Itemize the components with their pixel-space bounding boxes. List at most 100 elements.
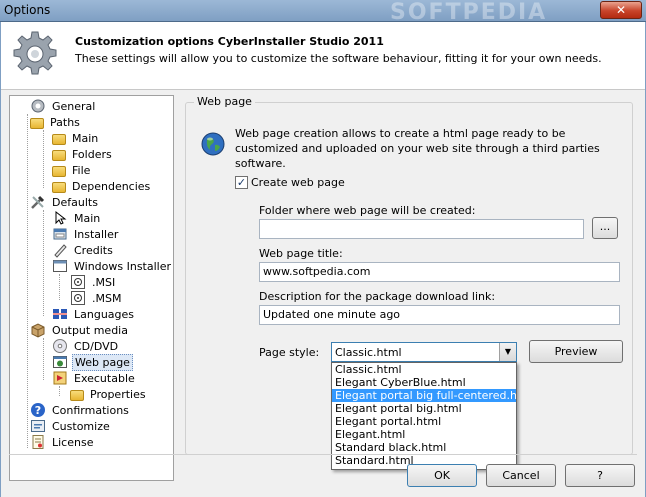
tree-line [27,114,28,448]
tree-item-label: Dependencies [72,179,151,193]
tree-item-defaults[interactable]: Defaults [30,194,100,210]
dropdown-option[interactable]: Elegant CyberBlue.html [332,376,516,389]
tree-item-languages[interactable]: Languages [52,306,136,322]
page-style-value: Classic.html [335,346,402,359]
tree-line [59,274,60,300]
header-subtitle: These settings will allow you to customi… [75,52,602,65]
cancel-button[interactable]: Cancel [486,464,556,487]
tree-item-label: Output media [52,323,128,337]
tree-item-dependencies[interactable]: Dependencies [52,178,152,194]
tree-line [59,386,60,396]
cursor-icon [55,210,67,225]
folder-icon [52,166,66,177]
header-title: Customization options CyberInstaller Stu… [75,35,384,48]
executable-icon [53,371,67,385]
preview-button[interactable]: Preview [529,340,623,363]
pen-icon [54,244,67,258]
desc-input[interactable]: Updated one minute ago [259,305,620,325]
create-web-page-label: Create web page [251,176,345,189]
folder-input[interactable] [259,219,584,239]
tree-line [43,338,44,380]
tree-item-label: Credits [74,243,113,257]
languages-icon [53,309,67,319]
tree-item-label: Folders [72,147,112,161]
page-style-select[interactable]: Classic.html ▼ [331,342,517,362]
dropdown-option[interactable]: Standard black.html [332,441,516,454]
tree-item-label: .MSI [92,275,116,289]
tree-item-properties[interactable]: Properties [70,386,148,402]
tree-item-confirmations[interactable]: ? Confirmations [30,402,131,418]
tree-item-output-media[interactable]: Output media [30,322,130,338]
dropdown-option[interactable]: Elegant.html [332,428,516,441]
tree-item-msm[interactable]: .MSM [70,290,123,306]
gear-icon [31,99,45,113]
desc-label: Description for the package download lin… [259,290,496,303]
tree-item-file[interactable]: File [52,162,92,178]
description-text: Web page creation allows to create a htm… [235,127,600,170]
tree-item-installer[interactable]: Installer [52,226,120,242]
tree-item-executable[interactable]: Executable [52,370,137,386]
globe-icon [201,132,225,156]
tree-item-folders[interactable]: Folders [52,146,114,162]
tree-item-msi[interactable]: .MSI [70,274,117,290]
tree-item-label: Paths [50,115,80,129]
folder-icon [52,150,66,161]
tree-item-label: Customize [52,419,110,433]
tree-item-label: Web page [72,353,133,371]
style-label: Page style: [259,346,320,359]
cd-icon [53,339,67,353]
tree-line [43,210,44,316]
customize-icon [31,420,45,432]
tree-item-credits[interactable]: Credits [52,242,115,258]
tree-line [43,130,44,188]
browse-button[interactable]: ... [592,217,618,239]
tree-item-license[interactable]: License [30,434,95,450]
msi-icon [71,291,85,305]
folder-icon [52,182,66,193]
tree-item-label: Main [74,211,101,225]
tree-item-label: File [72,163,91,177]
box-icon [31,323,45,338]
gear-icon [13,31,57,75]
tree-item-label: CD/DVD [74,339,119,353]
tree-item-defaults-main[interactable]: Main [52,210,102,226]
license-icon [32,435,44,449]
tree-item-windows-installer[interactable]: Windows Installer [52,258,173,274]
tree-item-label: Windows Installer [74,259,172,273]
window-title: Options [4,3,51,17]
tree-item-general[interactable]: General [30,98,97,114]
dropdown-option-highlighted[interactable]: Elegant portal big full-centered.html [332,389,516,402]
dropdown-option[interactable]: Elegant portal big.html [332,402,516,415]
webpage-icon [53,356,67,368]
title-input[interactable]: www.softpedia.com [259,262,620,282]
dropdown-option[interactable]: Elegant portal.html [332,415,516,428]
window-icon [53,260,67,272]
tree-item-label: Properties [90,387,146,401]
tree-item-cd-dvd[interactable]: CD/DVD [52,338,120,354]
group-title: Web page [194,95,255,108]
dropdown-option[interactable]: Classic.html [332,363,516,376]
tree-item-customize[interactable]: Customize [30,418,112,434]
tree-item-label: General [52,99,96,113]
tree-item-label: Executable [74,371,135,385]
title-label: Web page title: [259,247,343,260]
close-button[interactable]: ✕ [600,1,642,19]
header-panel: Customization options CyberInstaller Stu… [1,22,645,90]
installer-icon [53,228,67,240]
options-tree[interactable]: General Paths Main Folders File Dependen… [9,95,174,481]
tree-item-label: Main [72,131,99,145]
create-web-page-checkbox[interactable]: ✓ [235,176,248,189]
tree-item-paths-main[interactable]: Main [52,130,100,146]
tree-item-paths[interactable]: Paths [30,114,82,130]
tree-item-label: License [52,435,94,449]
tree-item-label: Defaults [52,195,98,209]
ok-button[interactable]: OK [407,464,477,487]
msi-icon [71,275,85,289]
help-button[interactable]: ? [565,464,635,487]
tree-item-label: Languages [74,307,135,321]
tree-item-label: Confirmations [52,403,129,417]
options-window: Customization options CyberInstaller Stu… [0,22,646,497]
folder-label: Folder where web page will be created: [259,204,476,217]
tree-item-web-page[interactable]: Web page [52,353,133,371]
chevron-down-icon[interactable]: ▼ [499,343,516,361]
